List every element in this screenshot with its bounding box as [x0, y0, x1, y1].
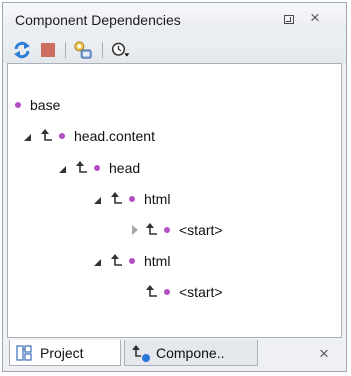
component-dependencies-panel: Component Dependencies × base head.conte…	[2, 2, 347, 372]
toolbar-separator	[102, 42, 103, 58]
refresh-icon[interactable]	[12, 40, 32, 60]
tab-component-dependencies[interactable]: Compone..	[124, 340, 258, 366]
tree-node-label: head.content	[74, 128, 155, 144]
dependency-icon	[76, 161, 87, 173]
close-tab-icon[interactable]: ×	[319, 344, 329, 364]
panel-titlebar: Component Dependencies ×	[3, 3, 346, 33]
tree-node[interactable]: <start>	[8, 282, 338, 302]
project-icon	[16, 345, 32, 361]
close-panel-icon[interactable]: ×	[310, 8, 320, 28]
tree-node[interactable]: html	[8, 251, 338, 271]
tree-node-label: html	[144, 191, 171, 207]
tree-node-label: head	[109, 160, 141, 176]
panel-tab-bar: Project Compone.. ×	[3, 339, 346, 371]
tree-node-label: <start>	[179, 222, 223, 238]
expanded-arrow-icon[interactable]	[94, 259, 101, 266]
stop-icon[interactable]	[38, 40, 58, 60]
tree-node[interactable]: head.content	[8, 126, 338, 146]
component-dot-icon	[15, 102, 21, 108]
toolbar-separator	[65, 42, 66, 58]
tab-label: Compone..	[156, 345, 225, 361]
dependency-icon	[146, 223, 157, 235]
tree-node[interactable]: head	[8, 158, 338, 178]
history-icon[interactable]	[111, 40, 131, 60]
panel-toolbar	[3, 33, 346, 63]
tree-node[interactable]: html	[8, 189, 338, 209]
scope-settings-icon[interactable]	[73, 40, 93, 60]
tab-label: Project	[40, 345, 84, 361]
tree-node[interactable]: <start>	[8, 220, 338, 240]
component-dot-icon	[129, 196, 135, 202]
component-dot-icon	[129, 258, 135, 264]
component-dot-icon	[59, 133, 65, 139]
panel-title: Component Dependencies	[15, 12, 181, 28]
tab-project[interactable]: Project	[9, 340, 121, 366]
restore-icon[interactable]	[284, 15, 294, 24]
tree-node[interactable]: base	[8, 95, 338, 115]
expanded-arrow-icon[interactable]	[94, 197, 101, 204]
dependency-icon	[41, 129, 52, 141]
tree-node-label: base	[30, 97, 61, 113]
collapsed-arrow-icon[interactable]	[132, 225, 138, 235]
dependency-icon	[111, 254, 122, 266]
expanded-arrow-icon[interactable]	[24, 134, 31, 141]
dependency-tree[interactable]: base head.content head html <start> html…	[7, 63, 342, 338]
component-dot-icon	[94, 165, 100, 171]
component-dot-icon	[164, 227, 170, 233]
tree-node-label: html	[144, 253, 171, 269]
component-dot-icon	[164, 289, 170, 295]
component-dependencies-icon	[132, 345, 150, 362]
dependency-icon	[111, 192, 122, 204]
dependency-icon	[146, 285, 157, 297]
tree-node-label: <start>	[179, 284, 223, 300]
expanded-arrow-icon[interactable]	[59, 166, 66, 173]
